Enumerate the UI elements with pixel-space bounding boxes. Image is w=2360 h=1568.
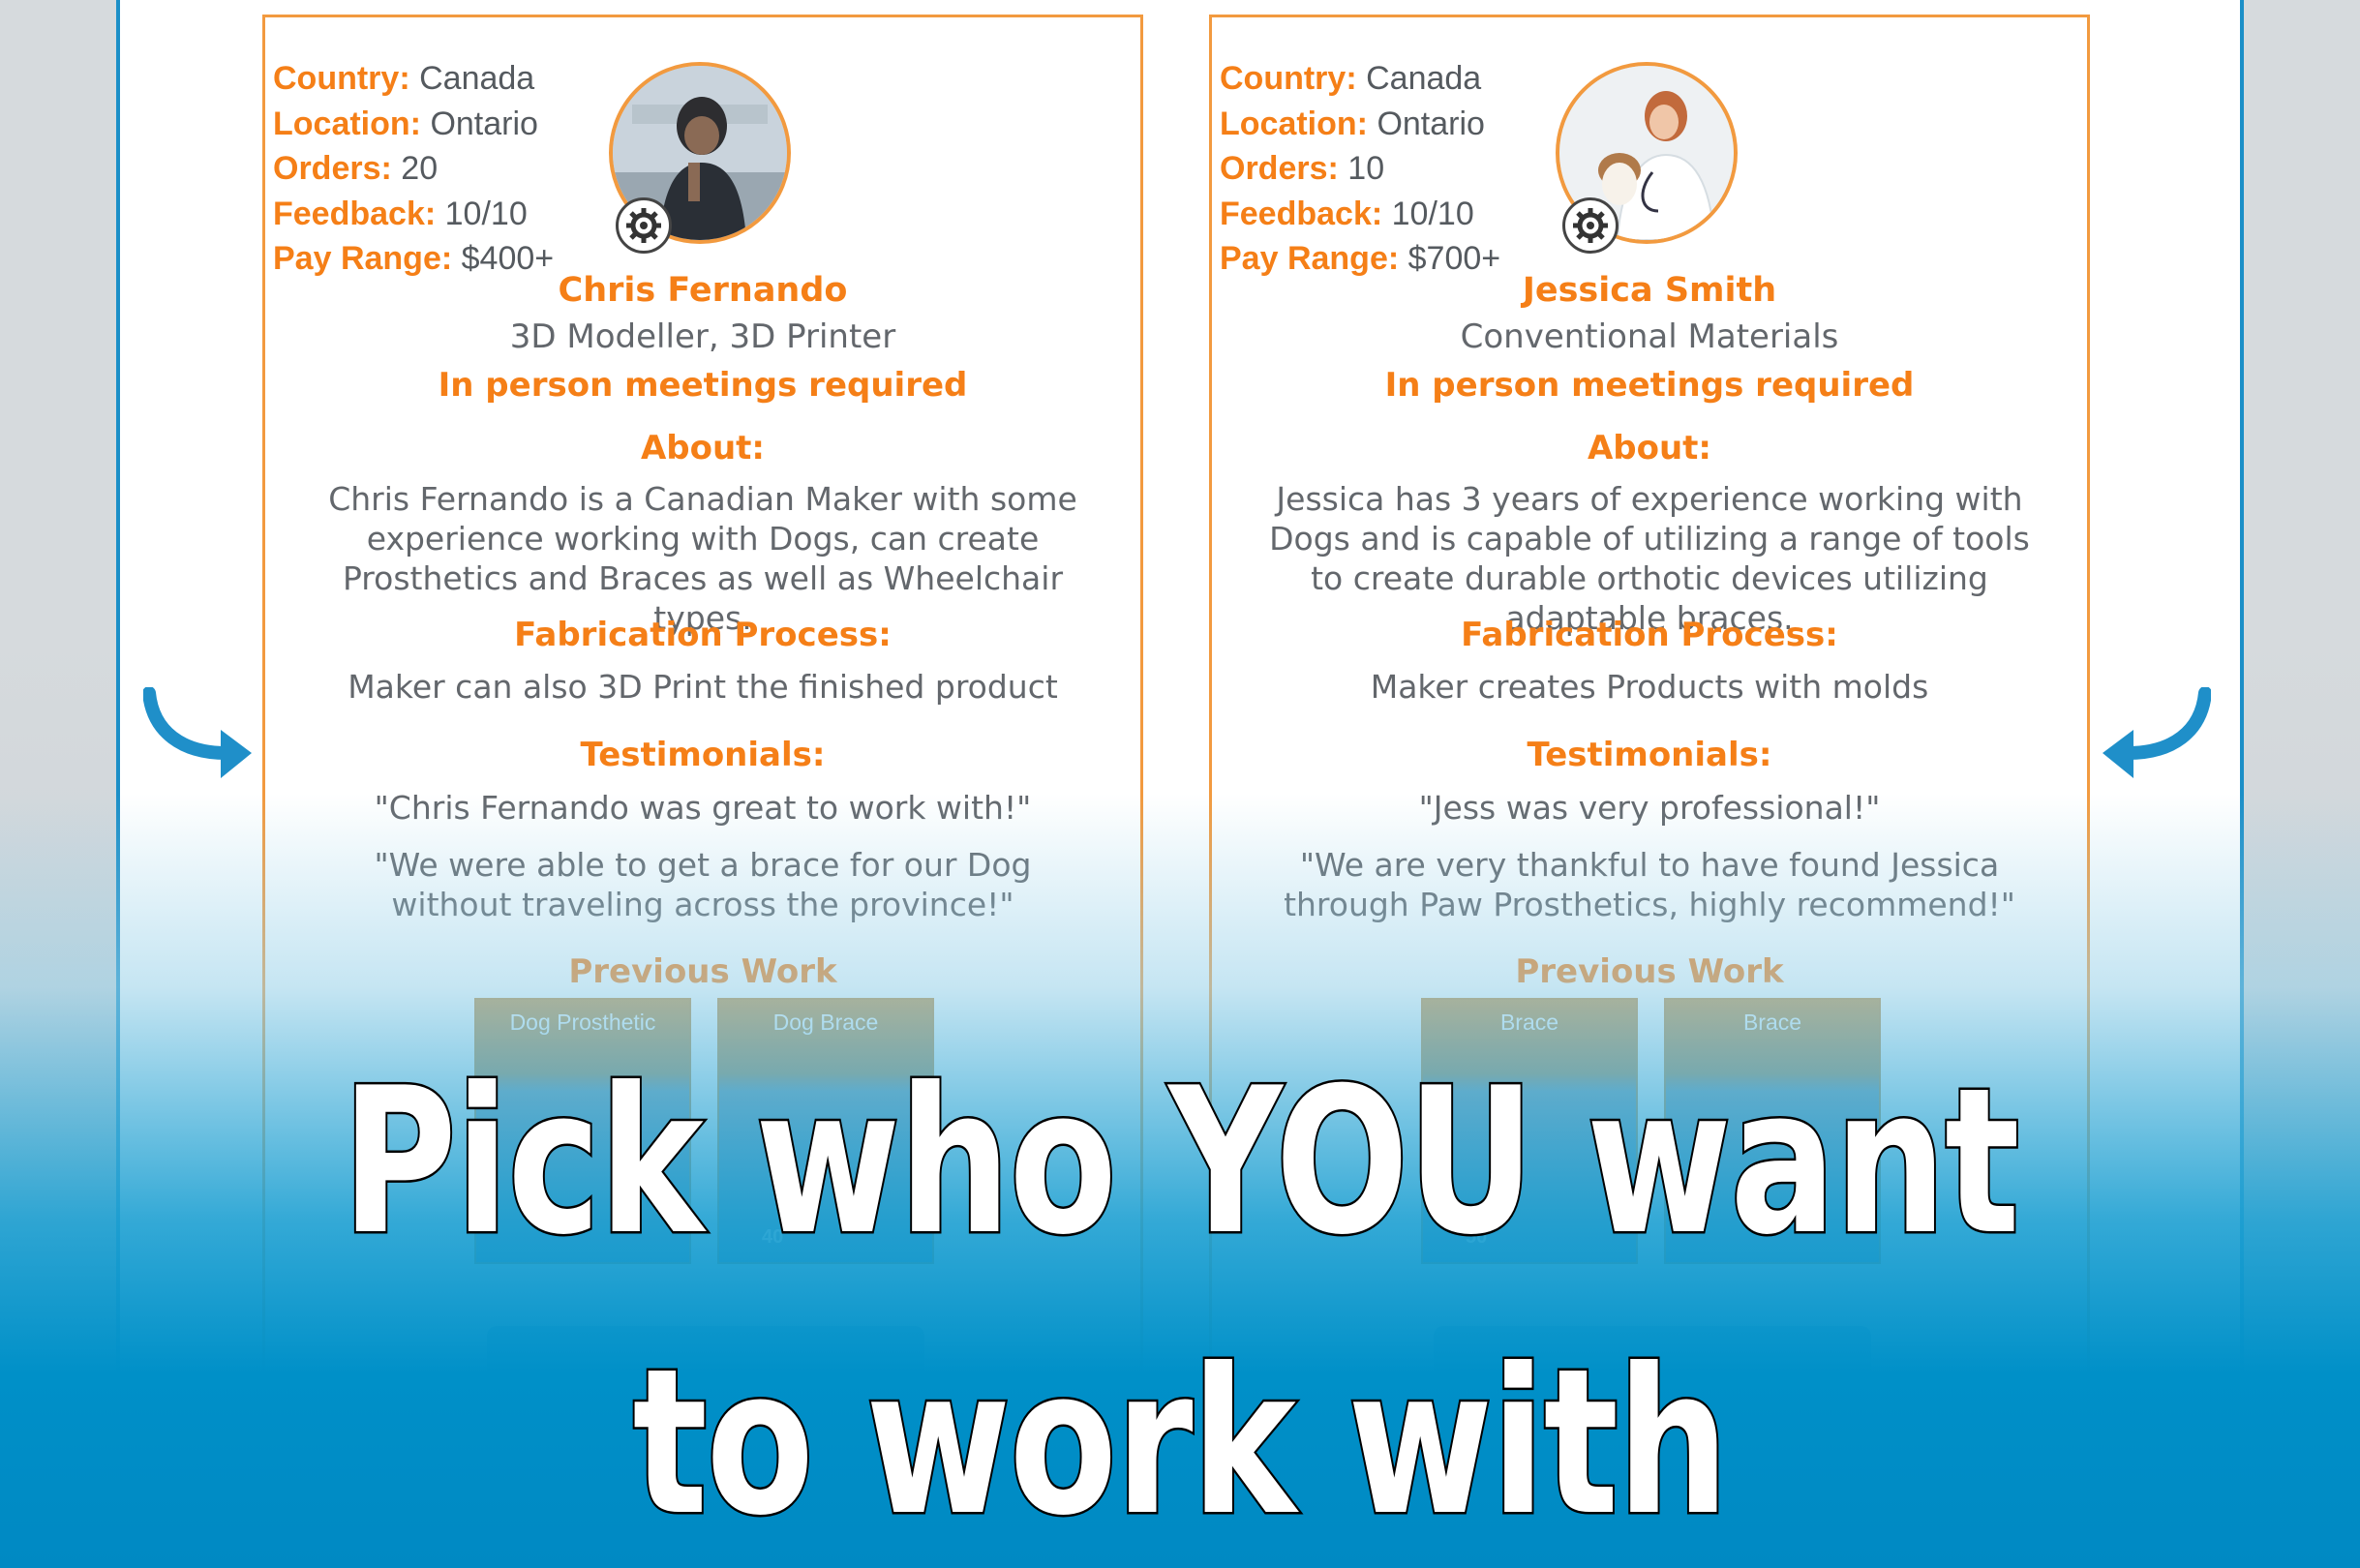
testimonials-heading: Testimonials: <box>580 736 826 774</box>
meeting-requirement: In person meetings required <box>1384 366 1915 405</box>
previous-work-heading: Previous Work <box>568 952 837 991</box>
stat-value: Canada <box>1366 60 1482 97</box>
stat-value: 10 <box>1347 150 1385 187</box>
thumbnail-label: Dog Prosthetic <box>509 1010 656 1035</box>
stat-value: 10/10 <box>1391 195 1474 232</box>
thumbnail-label: Dog Brace <box>772 1010 879 1035</box>
fabrication-heading: Fabrication Process: <box>1461 616 1838 654</box>
caption-line-2: to work with <box>631 1324 1732 1563</box>
testimonial: "We are very thankful to have found Jess… <box>1284 846 2015 923</box>
about-text: Jessica has 3 years of experience workin… <box>1269 480 2030 637</box>
stat-label: Orders: <box>273 150 392 187</box>
maker-role: Conventional Materials <box>1460 317 1839 356</box>
gear-icon[interactable] <box>616 197 672 254</box>
caption-line-1: Pick who YOU want <box>340 1043 2022 1282</box>
stat-label: Country: <box>1220 60 1357 97</box>
stat-value: Ontario <box>430 105 538 142</box>
fabrication-heading: Fabrication Process: <box>514 616 892 654</box>
stat-label: Feedback: <box>273 195 437 232</box>
testimonials-heading: Testimonials: <box>1527 736 1772 774</box>
maker-name[interactable]: Jessica Smith <box>1212 271 2087 310</box>
stat-label: Orders: <box>1220 150 1339 187</box>
stat-orders: Orders: 10 <box>1220 146 1500 192</box>
previous-work-heading: Previous Work <box>1515 952 1784 991</box>
stat-label: Location: <box>273 105 421 142</box>
stat-feedback: Feedback: 10/10 <box>1220 192 1500 237</box>
stat-country: Country: Canada <box>1220 56 1500 102</box>
gear-icon[interactable] <box>1562 197 1619 254</box>
fabrication-text: Maker creates Products with molds <box>1370 668 1929 706</box>
next-arrow-icon[interactable] <box>2099 686 2212 788</box>
stat-value: 10/10 <box>444 195 528 232</box>
stat-label: Feedback: <box>1220 195 1383 232</box>
maker-stats: Country: Canada Location: Ontario Orders… <box>1220 56 1500 282</box>
stat-value: Ontario <box>1377 105 1485 142</box>
about-text: Chris Fernando is a Canadian Maker with … <box>328 480 1077 637</box>
maker-stats: Country: Canada Location: Ontario Orders… <box>273 56 554 282</box>
thumbnail-label: Brace <box>1742 1010 1802 1035</box>
stat-label: Location: <box>1220 105 1368 142</box>
thumbnail-label: Brace <box>1499 1010 1559 1035</box>
stat-location: Location: Ontario <box>273 102 554 147</box>
maker-role: 3D Modeller, 3D Printer <box>509 317 896 356</box>
about-heading: About: <box>640 429 766 467</box>
fabrication-text: Maker can also 3D Print the finished pro… <box>348 668 1058 706</box>
maker-name[interactable]: Chris Fernando <box>265 271 1140 310</box>
stat-country: Country: Canada <box>273 56 554 102</box>
stat-location: Location: Ontario <box>1220 102 1500 147</box>
about-heading: About: <box>1587 429 1712 467</box>
testimonial: "We were able to get a brace for our Dog… <box>374 846 1032 923</box>
prev-arrow-icon[interactable] <box>142 686 256 788</box>
stat-label: Country: <box>273 60 410 97</box>
stat-value: Canada <box>419 60 535 97</box>
meeting-requirement: In person meetings required <box>438 366 968 405</box>
testimonial: "Chris Fernando was great to work with!" <box>374 789 1032 827</box>
testimonial: "Jess was very professional!" <box>1418 789 1881 827</box>
stat-value: 20 <box>401 150 439 187</box>
maker-comparison-screen: Country: Canada Location: Ontario Orders… <box>0 0 2360 1568</box>
stat-feedback: Feedback: 10/10 <box>273 192 554 237</box>
stat-orders: Orders: 20 <box>273 146 554 192</box>
